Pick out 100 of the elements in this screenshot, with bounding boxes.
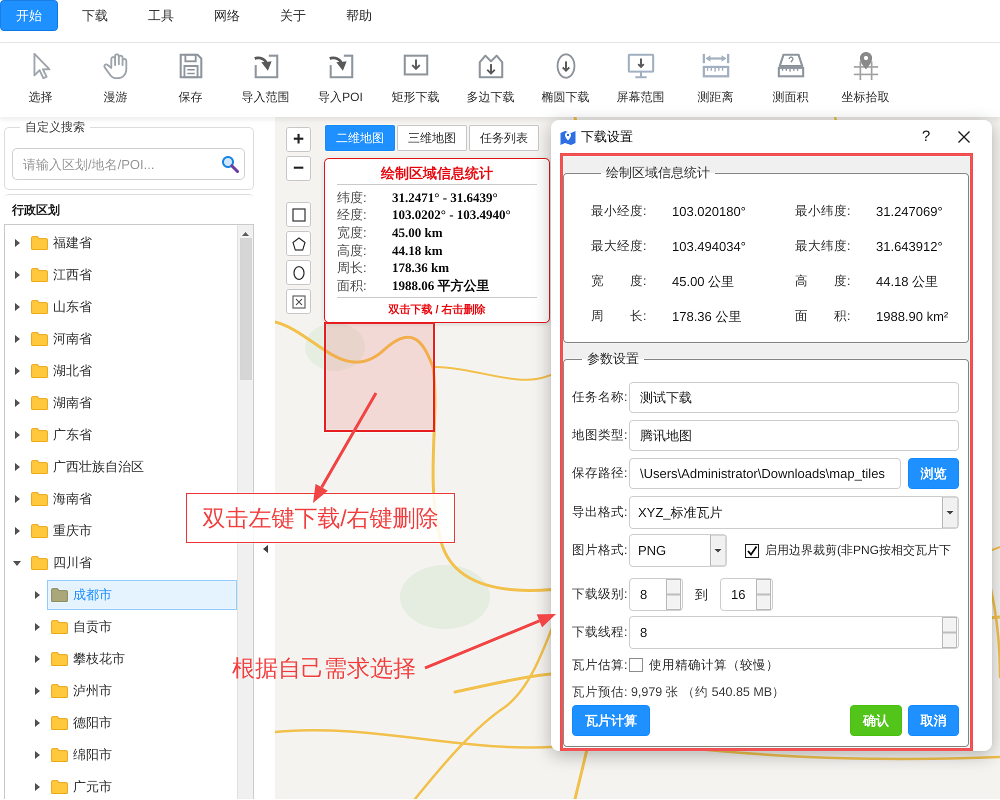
menu-tab[interactable]: 关于	[264, 0, 322, 31]
caret-icon[interactable]	[14, 303, 20, 311]
caret-icon[interactable]	[13, 560, 21, 566]
folder-icon	[51, 716, 68, 730]
tool-button[interactable]: 漫游	[78, 43, 153, 117]
scrollbar-thumb[interactable]	[240, 238, 252, 380]
stat-label: 高 度:	[795, 273, 852, 290]
tree-item[interactable]: 山东省	[27, 292, 99, 322]
tool-button[interactable]: 屏幕范围	[603, 43, 678, 117]
draw-tool-button[interactable]	[286, 289, 311, 314]
tree-item[interactable]: 自贡市	[47, 612, 119, 642]
tree-item[interactable]: 德阳市	[47, 708, 119, 738]
tree-item[interactable]: 福建省	[27, 228, 99, 258]
caret-icon[interactable]	[14, 463, 20, 471]
zoom-in-button[interactable]: +	[286, 127, 311, 152]
scroll-up-icon[interactable]	[242, 232, 249, 236]
caret-icon[interactable]	[34, 591, 40, 599]
caret-icon[interactable]	[14, 431, 20, 439]
tool-button[interactable]: 多边下载	[453, 43, 528, 117]
caret-icon[interactable]	[14, 527, 20, 535]
tool-button[interactable]: 矩形下载	[378, 43, 453, 117]
selection-rectangle[interactable]	[324, 322, 435, 432]
view-tab[interactable]: 任务列表	[469, 125, 539, 151]
tree-item[interactable]: 攀枝花市	[47, 644, 132, 674]
text-field[interactable]: 测试下载	[629, 382, 959, 413]
tree-item[interactable]: 广元市	[47, 772, 119, 799]
view-tab[interactable]: 三维地图	[397, 125, 467, 151]
draw-tool-button[interactable]	[286, 260, 311, 285]
draw-tool-button[interactable]	[286, 202, 311, 227]
stat-value: 31.643912°	[876, 239, 944, 254]
tool-button[interactable]: 测距离	[678, 43, 753, 117]
tool-button[interactable]: 保存	[153, 43, 228, 117]
popup-hint: 双击下载 / 右击删除	[387, 302, 487, 317]
caret-icon[interactable]	[34, 687, 40, 695]
stat-value: 178.36 公里	[672, 308, 742, 326]
tree-item[interactable]: 河南省	[27, 324, 99, 354]
menu-tab[interactable]: 网络	[198, 0, 256, 31]
field-value: 103.0202° - 103.4940°	[392, 207, 512, 224]
checkbox[interactable]	[745, 544, 759, 558]
tree-item[interactable]: 江西省	[27, 260, 99, 290]
menu-tab[interactable]: 工具	[132, 0, 190, 31]
field-label: 周长:	[337, 259, 368, 278]
caret-icon[interactable]	[34, 783, 40, 791]
dropdown[interactable]: XYZ_标准瓦片	[629, 496, 959, 529]
caret-icon[interactable]	[34, 623, 40, 631]
caret-icon[interactable]	[14, 239, 20, 247]
tree-item[interactable]: 重庆市	[27, 516, 99, 546]
caret-icon[interactable]	[14, 495, 20, 503]
caret-icon[interactable]	[34, 719, 40, 727]
stat-label: 宽 度:	[591, 273, 648, 290]
tree-item[interactable]: 四川省	[27, 548, 99, 578]
close-icon[interactable]	[958, 130, 970, 142]
field-label: 地图类型:	[572, 427, 628, 444]
annotation-text: 根据自己需求选择	[232, 654, 416, 683]
tree-item[interactable]: 广东省	[27, 420, 99, 450]
caret-icon[interactable]	[34, 655, 40, 663]
dropdown[interactable]: PNG	[629, 534, 727, 567]
stat-label: 最大纬度:	[795, 238, 852, 255]
stat-label: 最大经度:	[591, 238, 648, 255]
tool-button[interactable]: 导入POI	[303, 43, 378, 117]
hand-icon	[100, 51, 130, 81]
tree-item[interactable]: 湖北省	[27, 356, 99, 386]
field-label: 宽度:	[337, 224, 368, 242]
field-label: 下载级别:	[572, 586, 628, 603]
menu-tab[interactable]: 下载	[66, 0, 124, 31]
help-button[interactable]: ?	[914, 124, 938, 148]
field-label: 任务名称:	[572, 389, 628, 406]
tree-item[interactable]: 绵阳市	[47, 740, 119, 770]
path-field[interactable]: \Users\Administrator\Downloads\map_tiles	[629, 458, 901, 489]
checkbox[interactable]	[629, 658, 643, 672]
tree-item[interactable]: 广西壮族自治区	[27, 452, 151, 482]
tool-button[interactable]: 选择	[3, 43, 78, 117]
caret-icon[interactable]	[262, 545, 268, 553]
caret-icon[interactable]	[710, 535, 726, 566]
field-label: 面积:	[337, 276, 368, 295]
field-label: 经度:	[337, 206, 368, 224]
stat-value: 103.494034°	[672, 239, 747, 254]
tool-button[interactable]: 导入范围	[228, 43, 303, 117]
folder-icon	[31, 396, 48, 410]
tool-button[interactable]: 椭圆下载	[528, 43, 603, 117]
tree-item[interactable]: 湖南省	[27, 388, 99, 418]
text-field[interactable]: 腾讯地图	[629, 420, 959, 451]
tool-button[interactable]: 测面积	[753, 43, 828, 117]
tree-item[interactable]: 海南省	[27, 484, 99, 514]
caret-icon[interactable]	[942, 497, 958, 528]
draw-tool-button[interactable]	[286, 231, 311, 256]
zoom-out-button[interactable]: −	[286, 156, 311, 181]
caret-icon[interactable]	[14, 271, 20, 279]
caret-icon[interactable]	[14, 399, 20, 407]
field-label: 图片格式:	[572, 542, 628, 559]
caret-icon[interactable]	[14, 335, 20, 343]
tool-button[interactable]: 坐标拾取	[828, 43, 903, 117]
folder-icon	[31, 556, 48, 570]
folder-icon	[51, 684, 68, 698]
checkbox-label: 使用精确计算（较慢）	[649, 656, 779, 674]
menu-tab[interactable]: 帮助	[330, 0, 388, 31]
caret-icon[interactable]	[14, 367, 20, 375]
field-label: 保存路径:	[572, 465, 628, 482]
caret-icon[interactable]	[34, 751, 40, 759]
tree-item[interactable]: 泸州市	[47, 676, 119, 706]
